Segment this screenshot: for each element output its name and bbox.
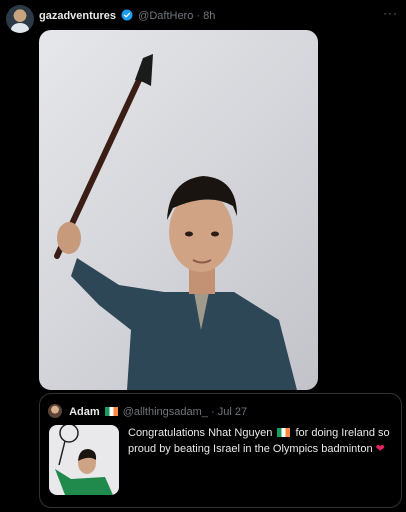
author-display-name[interactable]: gazadventures: [39, 10, 116, 22]
photo-illustration: [54, 54, 297, 390]
jacket: [71, 258, 297, 390]
thumb-racket-shaft: [58, 440, 66, 466]
left-eye: [185, 231, 193, 237]
quoted-author-handle[interactable]: @allthingsadam_: [123, 406, 208, 418]
ireland-flag-icon: [104, 407, 118, 416]
right-eye: [211, 231, 219, 237]
quoted-author-name[interactable]: Adam: [69, 406, 100, 418]
post-time[interactable]: 8h: [203, 10, 215, 22]
author-line: gazadventures @DaftHero · 8h: [39, 9, 215, 23]
quoted-post-thumbnail[interactable]: [49, 425, 119, 495]
more-options-icon[interactable]: ···: [383, 6, 398, 20]
thumbnail-illustration: [55, 425, 113, 495]
heart-icon: ❤: [375, 443, 385, 455]
meta-separator: ·: [196, 10, 201, 22]
quoted-post-text: Congratulations Nhat Nguyen for doing Ir…: [128, 425, 396, 457]
raised-hand: [57, 222, 81, 254]
quoted-text-part-1: Congratulations Nhat Nguyen: [128, 427, 273, 439]
author-avatar[interactable]: [6, 5, 34, 33]
post-photo[interactable]: [39, 30, 318, 390]
ireland-flag-icon: [277, 428, 291, 437]
quoted-post-card[interactable]: Adam @allthingsadam_ · Jul 27 Congratula…: [39, 393, 402, 508]
author-handle[interactable]: @DaftHero: [138, 10, 193, 22]
quoted-post-date[interactable]: Jul 27: [218, 406, 247, 418]
verified-badge-icon: [121, 9, 133, 21]
thumb-racket-head: [59, 425, 79, 443]
quoted-post-header: Adam @allthingsadam_ · Jul 27: [48, 404, 247, 419]
quoted-author-avatar[interactable]: [48, 404, 62, 418]
quoted-meta-separator: ·: [210, 406, 215, 418]
